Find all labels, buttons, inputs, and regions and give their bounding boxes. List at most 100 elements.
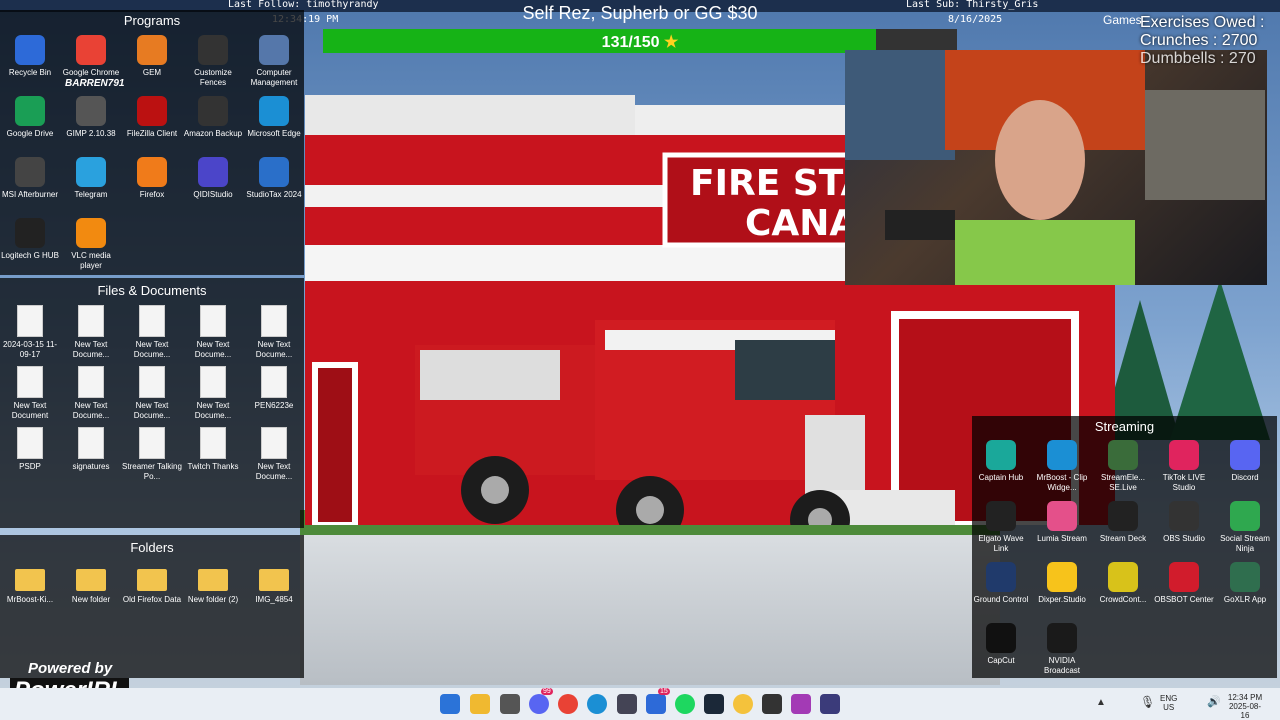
- program-item[interactable]: StudioTax 2024: [244, 157, 304, 200]
- program-item[interactable]: Recycle Bin: [0, 35, 60, 78]
- stream-app-item[interactable]: Lumia Stream: [1032, 501, 1092, 544]
- chevron-up-icon[interactable]: ▲: [1096, 697, 1106, 708]
- program-item[interactable]: Logitech G HUB: [0, 218, 60, 261]
- program-label: StudioTax 2024: [246, 190, 302, 199]
- taskbar-clock[interactable]: 12:34 PM 2025-08-16: [1225, 693, 1265, 720]
- stream-app-icon: [1108, 501, 1138, 531]
- program-item[interactable]: Computer Management: [244, 35, 304, 88]
- file-item[interactable]: PEN6223e: [244, 366, 304, 411]
- spotify-taskbar-icon[interactable]: [675, 694, 695, 714]
- folder-item[interactable]: MrBoost-Ki...: [0, 563, 60, 605]
- file-item[interactable]: New Text Docume...: [244, 305, 304, 360]
- file-item[interactable]: signatures: [61, 427, 121, 472]
- file-item[interactable]: New Text Docume...: [122, 305, 182, 360]
- program-item[interactable]: Telegram: [61, 157, 121, 200]
- program-label: Telegram: [74, 190, 108, 199]
- folder-item[interactable]: New folder (2): [183, 563, 243, 605]
- badge-app-taskbar-icon[interactable]: 15: [646, 688, 670, 714]
- file-icon: [17, 366, 43, 398]
- file-item[interactable]: New Text Docume...: [61, 305, 121, 360]
- folder-item[interactable]: New folder: [61, 563, 121, 605]
- stream-app-item[interactable]: OBSBOT Center: [1154, 562, 1214, 605]
- stream-app-item[interactable]: CapCut: [971, 623, 1031, 666]
- program-icon: [76, 35, 106, 65]
- file-item[interactable]: PSDP: [0, 427, 60, 472]
- program-item[interactable]: GIMP 2.10.38: [61, 96, 121, 139]
- file-item[interactable]: Streamer Talking Po...: [122, 427, 182, 482]
- stream-app-label: Discord: [1231, 473, 1259, 482]
- program-label: GIMP 2.10.38: [66, 129, 116, 138]
- app-badge: 15: [658, 688, 670, 695]
- chrome-taskbar-icon[interactable]: [558, 694, 578, 714]
- folder-label: New folder: [71, 595, 111, 604]
- program-item[interactable]: VLC media player: [61, 218, 121, 271]
- file-item[interactable]: New Text Docume...: [183, 366, 243, 421]
- microphone-icon[interactable]: 🎙: [1140, 695, 1155, 709]
- stream-app-item[interactable]: Discord: [1215, 440, 1275, 483]
- file-item[interactable]: Twitch Thanks: [183, 427, 243, 472]
- store-icon[interactable]: [500, 694, 520, 714]
- language-indicator[interactable]: ENG US: [1160, 694, 1177, 712]
- stream-app-icon: [1169, 440, 1199, 470]
- taskbar-date: 2025-08-16: [1228, 702, 1262, 720]
- program-item[interactable]: Firefox: [122, 157, 182, 200]
- folder-item[interactable]: Old Firefox Data: [122, 563, 182, 605]
- file-item[interactable]: New Text Docume...: [61, 366, 121, 421]
- program-item[interactable]: Google Chrome: [61, 35, 121, 78]
- file-icon: [78, 305, 104, 337]
- stream-app-item[interactable]: Ground Control: [971, 562, 1031, 605]
- stream-app-item[interactable]: Stream Deck: [1093, 501, 1153, 544]
- file-item[interactable]: New Text Document: [0, 366, 60, 421]
- program-label: VLC media player: [71, 251, 111, 270]
- file-explorer-icon[interactable]: [470, 694, 490, 714]
- steam-taskbar-icon[interactable]: [704, 694, 724, 714]
- stream-app-item[interactable]: Elgato Wave Link: [971, 501, 1031, 554]
- stream-app-item[interactable]: TikTok LIVE Studio: [1154, 440, 1214, 493]
- file-label: New Text Docume...: [72, 401, 110, 420]
- app4-taskbar-icon[interactable]: [791, 694, 811, 714]
- start-button-icon[interactable]: [440, 694, 460, 714]
- language-text: ENG: [1160, 694, 1178, 703]
- program-item[interactable]: MSI Afterburner: [0, 157, 60, 200]
- app-taskbar-icon[interactable]: [617, 694, 637, 714]
- app5-taskbar-icon[interactable]: [820, 694, 840, 714]
- stream-app-item[interactable]: Dixper.Studio: [1032, 562, 1092, 605]
- stream-app-item[interactable]: CrowdCont...: [1093, 562, 1153, 605]
- edge-taskbar-icon[interactable]: [587, 694, 607, 714]
- stream-app-item[interactable]: GoXLR App: [1215, 562, 1275, 605]
- speaker-icon[interactable]: 🔊: [1207, 695, 1221, 708]
- app2-taskbar-icon[interactable]: [733, 694, 753, 714]
- stream-app-item[interactable]: StreamEle... SE.Live: [1093, 440, 1153, 493]
- program-item[interactable]: Customize Fences: [183, 35, 243, 88]
- file-item[interactable]: New Text Docume...: [122, 366, 182, 421]
- program-item[interactable]: QIDIStudio: [183, 157, 243, 200]
- file-item[interactable]: 2024-03-15 11-09-17: [0, 305, 60, 360]
- stream-app-label: TikTok LIVE Studio: [1162, 473, 1206, 492]
- folder-item[interactable]: IMG_4854: [244, 563, 304, 605]
- folder-icon: [198, 569, 228, 591]
- file-icon: [17, 305, 43, 337]
- file-label: PEN6223e: [254, 401, 294, 410]
- program-item[interactable]: FileZilla Client: [122, 96, 182, 139]
- file-icon: [200, 427, 226, 459]
- stream-app-item[interactable]: NVIDIA Broadcast: [1032, 623, 1092, 676]
- stream-app-icon: [1230, 501, 1260, 531]
- stream-app-item[interactable]: MrBoost - Clip Widge...: [1032, 440, 1092, 493]
- program-item[interactable]: Amazon Backup: [183, 96, 243, 139]
- stream-app-item[interactable]: OBS Studio: [1154, 501, 1214, 544]
- stream-app-item[interactable]: Social Stream Ninja: [1215, 501, 1275, 554]
- file-icon: [17, 427, 43, 459]
- program-item[interactable]: GEM: [122, 35, 182, 78]
- stream-app-item[interactable]: Captain Hub: [971, 440, 1031, 483]
- file-item[interactable]: New Text Docume...: [244, 427, 304, 482]
- program-icon: [198, 35, 228, 65]
- file-icon: [139, 305, 165, 337]
- file-item[interactable]: New Text Docume...: [183, 305, 243, 360]
- file-icon: [78, 366, 104, 398]
- program-item[interactable]: Microsoft Edge: [244, 96, 304, 139]
- file-icon: [261, 305, 287, 337]
- folder-label: New folder (2): [187, 595, 239, 604]
- discord-taskbar-icon[interactable]: 99: [529, 688, 553, 714]
- app3-taskbar-icon[interactable]: [762, 694, 782, 714]
- program-item[interactable]: Google Drive: [0, 96, 60, 139]
